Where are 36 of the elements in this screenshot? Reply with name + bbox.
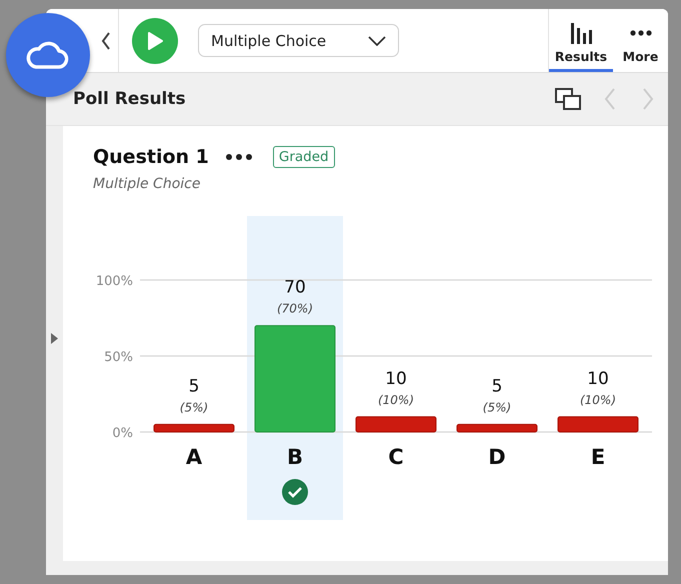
response-count: 10 (587, 368, 609, 389)
response-percent: (10%) (580, 392, 616, 407)
panel-title: Poll Results (73, 89, 187, 109)
more-icon[interactable] (224, 153, 253, 161)
graded-badge: Graded (272, 146, 335, 168)
question-type-dropdown[interactable]: Multiple Choice (198, 24, 399, 57)
popout-button[interactable] (554, 87, 582, 111)
response-percent: (5%) (180, 400, 208, 414)
play-button[interactable] (132, 18, 178, 64)
answer-label: B (287, 445, 303, 469)
response-percent: (10%) (378, 392, 414, 407)
axis-tick-label: 100% (96, 274, 133, 289)
bar-chart-icon (570, 22, 592, 44)
response-percent: (70%) (276, 302, 314, 316)
expand-icon[interactable] (51, 333, 58, 344)
more-icon (630, 30, 652, 36)
chevron-right-icon (642, 87, 654, 111)
chevron-left-icon (101, 32, 111, 50)
overlapping-squares-icon (554, 87, 582, 111)
question-title: Question 1 (93, 146, 209, 168)
response-percent: (5%) (482, 400, 512, 414)
answer-label: D (488, 445, 506, 469)
response-count: 70 (284, 278, 306, 298)
axis-tick-label: 0% (112, 426, 133, 441)
axis-tick-label: 50% (104, 350, 133, 365)
cloud-icon (26, 40, 70, 70)
response-count: 10 (385, 368, 407, 389)
question-subtitle: Multiple Choice (92, 175, 202, 192)
chevron-left-icon (604, 87, 616, 111)
answer-label: A (186, 445, 202, 469)
chevron-down-icon (368, 36, 386, 46)
answer-label: C (388, 445, 404, 469)
play-icon (146, 30, 164, 50)
response-count: 5 (188, 376, 200, 396)
answer-label: E (590, 445, 606, 469)
response-count: 5 (492, 376, 502, 396)
